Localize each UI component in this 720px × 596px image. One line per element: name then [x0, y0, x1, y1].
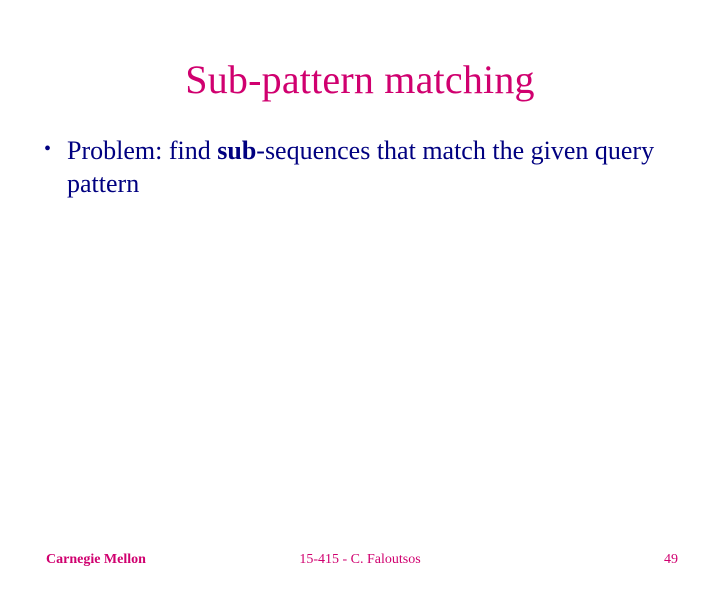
footer-page-number: 49	[664, 552, 678, 568]
slide: Sub-pattern matching • Problem: find sub…	[0, 56, 720, 596]
bullet-prefix: Problem: find	[67, 136, 217, 165]
bullet-item: • Problem: find sub-sequences that match…	[40, 135, 690, 200]
slide-title: Sub-pattern matching	[0, 56, 720, 103]
bullet-text: Problem: find sub-sequences that match t…	[67, 135, 690, 200]
bullet-dot: •	[44, 137, 51, 162]
slide-body: • Problem: find sub-sequences that match…	[0, 135, 720, 200]
footer-center: 15-415 - C. Faloutsos	[299, 552, 420, 568]
slide-footer: Carnegie Mellon 15-415 - C. Faloutsos 49	[0, 552, 720, 568]
bullet-bold: sub	[217, 136, 256, 165]
footer-left: Carnegie Mellon	[46, 552, 146, 568]
